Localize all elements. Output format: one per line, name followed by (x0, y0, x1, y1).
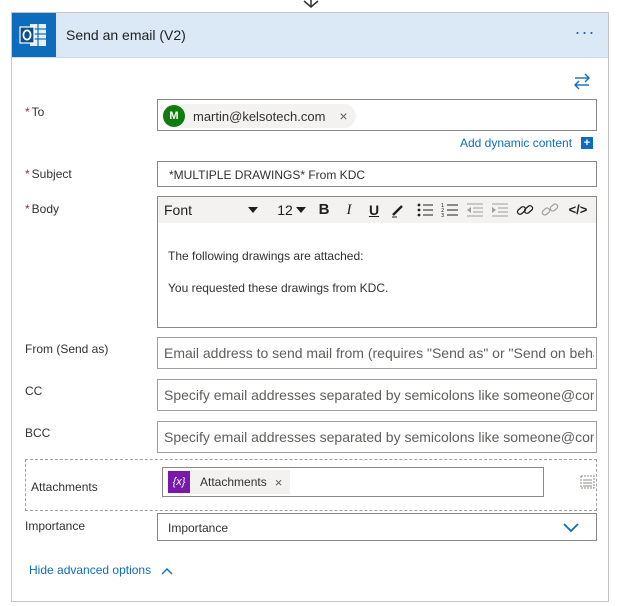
recipient-email: martin@kelsotech.com (193, 108, 326, 124)
hide-advanced-options-label: Hide advanced options (29, 563, 152, 577)
chevron-down-icon[interactable] (562, 522, 580, 534)
to-field[interactable]: M martin@kelsotech.com × (157, 99, 597, 131)
underline-button[interactable]: U (364, 199, 384, 221)
add-dynamic-content-link[interactable]: Add dynamic content (460, 136, 572, 150)
font-select-value: Font (164, 202, 193, 218)
required-mark: * (25, 202, 30, 216)
svg-text:3: 3 (441, 213, 444, 218)
body-editor[interactable]: Font 12 B I U 123 </> The following draw… (157, 196, 597, 328)
body-label: * Body (25, 202, 59, 216)
bcc-placeholder: Specify email addresses separated by sem… (164, 429, 594, 445)
hide-advanced-options-link[interactable]: Hide advanced options (29, 563, 174, 577)
add-dynamic-content-plus-icon[interactable]: + (581, 137, 593, 149)
chevron-down-icon[interactable] (296, 206, 306, 214)
attachments-token-label: Attachments (200, 475, 267, 489)
attachments-input[interactable]: {x} Attachments × (162, 467, 544, 497)
avatar: M (163, 105, 185, 127)
cc-placeholder: Specify email addresses separated by sem… (164, 387, 594, 403)
cc-input[interactable]: Specify email addresses separated by sem… (157, 379, 597, 411)
action-header[interactable]: Send an email (V2) ··· (12, 13, 608, 58)
attachments-token[interactable]: {x} Attachments × (168, 470, 291, 494)
remove-recipient-icon[interactable]: × (339, 108, 347, 124)
required-mark: * (25, 167, 30, 181)
importance-label: Importance (25, 519, 86, 533)
code-view-button[interactable]: </> (564, 199, 592, 221)
expression-icon: {x} (168, 471, 190, 493)
swap-icon[interactable] (572, 71, 592, 91)
action-title: Send an email (V2) (66, 27, 186, 43)
importance-value: Importance (168, 521, 229, 535)
increase-indent-icon[interactable] (491, 202, 509, 218)
highlight-icon[interactable] (390, 202, 406, 218)
to-label-text: To (31, 105, 45, 119)
attachments-label: Attachments (31, 480, 98, 494)
required-mark: * (25, 105, 30, 119)
send-email-action-card: Send an email (V2) ··· * To M martin@kels… (11, 12, 609, 602)
unlink-icon[interactable] (541, 202, 559, 218)
font-size-select[interactable]: 12 (274, 199, 296, 221)
body-label-text: Body (31, 202, 60, 216)
remove-attachment-icon[interactable]: × (275, 475, 283, 490)
font-size-value: 12 (277, 202, 293, 218)
outlook-logo-icon (12, 13, 56, 57)
body-line-2: You requested these drawings from KDC. (168, 281, 389, 295)
subject-label-text: Subject (31, 167, 72, 181)
bold-button[interactable]: B (314, 199, 334, 221)
to-label: * To (25, 105, 44, 119)
subject-label: * Subject (25, 167, 72, 181)
bullet-list-icon[interactable] (416, 202, 434, 218)
link-icon[interactable] (516, 202, 534, 218)
flow-arrow-icon (303, 0, 319, 8)
from-placeholder: Email address to send mail from (require… (164, 345, 594, 361)
bcc-label: BCC (25, 426, 51, 440)
bcc-input[interactable]: Specify email addresses separated by sem… (157, 421, 597, 453)
more-options-button[interactable]: ··· (572, 23, 598, 47)
recipient-token[interactable]: M martin@kelsotech.com × (162, 104, 356, 128)
chevron-down-icon[interactable] (248, 206, 258, 214)
from-input[interactable]: Email address to send mail from (require… (157, 337, 597, 369)
numbered-list-icon[interactable]: 123 (441, 202, 459, 218)
from-label: From (Send as) (25, 342, 109, 356)
cc-label: CC (25, 384, 43, 398)
font-select[interactable]: Font (164, 199, 254, 221)
subject-value: *MULTIPLE DRAWINGS* From KDC (169, 168, 366, 182)
subject-input[interactable]: *MULTIPLE DRAWINGS* From KDC (157, 161, 597, 187)
chevron-up-icon (161, 567, 173, 575)
decrease-indent-icon[interactable] (466, 202, 484, 218)
rich-text-toolbar: Font 12 B I U 123 </> (158, 197, 596, 223)
italic-button[interactable]: I (339, 199, 359, 221)
importance-dropdown[interactable]: Importance (157, 513, 597, 541)
array-switch-icon[interactable] (578, 473, 596, 491)
body-line-1: The following drawings are attached: (168, 249, 364, 263)
